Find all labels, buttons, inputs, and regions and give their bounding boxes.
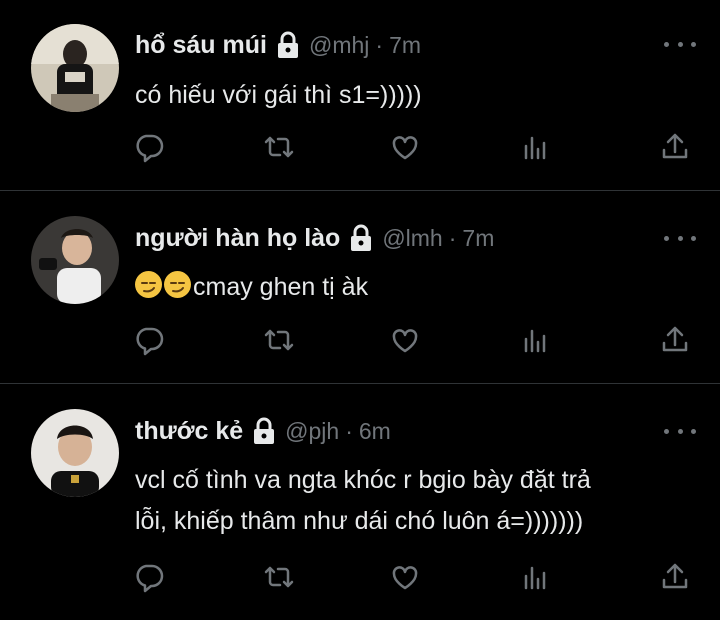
heart-icon[interactable] xyxy=(388,130,422,164)
share-icon[interactable] xyxy=(658,560,692,594)
lock-icon xyxy=(251,417,277,445)
views-icon[interactable] xyxy=(519,560,553,594)
more-icon[interactable] xyxy=(664,38,696,50)
separator: · xyxy=(345,417,353,444)
timestamp[interactable]: 7m xyxy=(389,32,421,59)
tweet-3[interactable]: thước kẻ @pjh · 6m vcl cố tình va ngta k… xyxy=(0,384,720,620)
reply-icon[interactable] xyxy=(132,130,166,164)
share-icon[interactable] xyxy=(658,323,692,357)
retweet-icon[interactable] xyxy=(262,130,296,164)
tweet-text: có hiếu với gái thì s1=))))) xyxy=(135,81,422,109)
tweet-text-line: vcl cố tình va ngta khóc r bgio bày đặt … xyxy=(135,466,591,494)
separator: · xyxy=(448,224,457,251)
tweet-text-content: cmay ghen tị àk xyxy=(193,273,369,301)
avatar[interactable] xyxy=(31,409,119,497)
avatar[interactable] xyxy=(31,216,119,304)
tweet-text: vcl cố tình va ngta khóc r bgio bày đặt … xyxy=(135,460,695,542)
separator: · xyxy=(375,31,384,58)
smirk-emoji xyxy=(164,271,191,298)
heart-icon[interactable] xyxy=(388,560,422,594)
tweet-text-line: lỗi, khiếp thâm như dái chó luôn á=)))))… xyxy=(135,507,584,535)
lock-icon xyxy=(275,31,301,59)
more-icon[interactable] xyxy=(664,232,696,244)
tweet-2[interactable]: người hàn họ lào @lmh · 7m 😏😏cmay ghen t… xyxy=(0,191,720,383)
views-icon[interactable] xyxy=(519,323,553,357)
display-name[interactable]: hổ sáu múi xyxy=(135,31,267,60)
user-handle[interactable]: @lmh xyxy=(382,225,442,252)
user-handle[interactable]: @pjh xyxy=(285,418,339,445)
avatar[interactable] xyxy=(31,24,119,112)
more-icon[interactable] xyxy=(664,425,696,437)
lock-icon xyxy=(348,224,374,252)
timestamp[interactable]: 6m xyxy=(359,418,391,445)
tweet-1[interactable]: hổ sáu múi @mhj · 7m có hiếu với gái thì… xyxy=(0,0,720,190)
share-icon[interactable] xyxy=(658,130,692,164)
retweet-icon[interactable] xyxy=(262,323,296,357)
timestamp[interactable]: 7m xyxy=(462,225,494,252)
reply-icon[interactable] xyxy=(132,560,166,594)
retweet-icon[interactable] xyxy=(262,560,296,594)
smirk-emoji xyxy=(135,271,162,298)
display-name[interactable]: người hàn họ lào xyxy=(135,224,340,253)
user-handle[interactable]: @mhj xyxy=(309,32,369,59)
heart-icon[interactable] xyxy=(388,323,422,357)
views-icon[interactable] xyxy=(519,130,553,164)
reply-icon[interactable] xyxy=(132,323,166,357)
display-name[interactable]: thước kẻ xyxy=(135,417,243,446)
tweet-text: 😏😏cmay ghen tị àk xyxy=(135,267,695,308)
